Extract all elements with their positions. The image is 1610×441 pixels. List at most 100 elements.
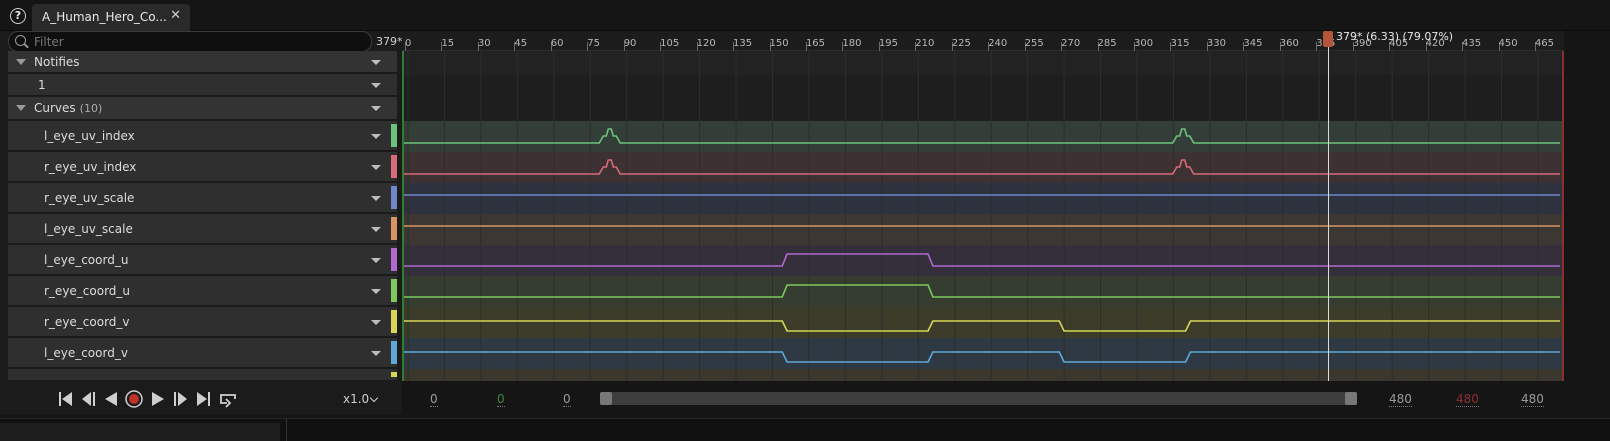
curve-track-row[interactable]: l_eye_uv_scale xyxy=(8,214,397,244)
playback-speed[interactable]: x1.0 xyxy=(343,392,369,406)
playhead-line[interactable] xyxy=(1327,31,1329,381)
chevron-down-icon[interactable] xyxy=(371,59,381,65)
scrollbar-left-handle[interactable] xyxy=(600,392,612,405)
curve-lane[interactable] xyxy=(402,121,1564,152)
curve-lane[interactable] xyxy=(402,307,1564,338)
step-forward-icon[interactable] xyxy=(173,390,189,408)
work-end[interactable]: 480 xyxy=(1456,392,1479,407)
curve-track-row[interactable]: r_eye_uv_scale xyxy=(8,183,397,213)
to-start-icon[interactable] xyxy=(58,390,74,408)
ruler-tick-label: 195 xyxy=(878,38,898,49)
curve-lane[interactable] xyxy=(402,276,1564,307)
curve-lane[interactable] xyxy=(402,245,1564,276)
ruler-tick-label: 105 xyxy=(660,38,680,49)
play-start[interactable]: 0 xyxy=(563,392,571,407)
track-list-panel: 379* Notifies 1 Curves(10) l_eye_uv_inde… xyxy=(0,31,402,388)
curve-color-swatch[interactable] xyxy=(391,217,397,240)
scrollbar-right-handle[interactable] xyxy=(1345,392,1357,405)
ruler-tick-label: 90 xyxy=(623,38,637,49)
curve-track-row[interactable]: l_eye_uv_index xyxy=(8,121,397,151)
tab-title: A_Human_Hero_Co... xyxy=(42,10,167,24)
notify-track-label: 1 xyxy=(38,77,46,92)
chevron-down-icon[interactable] xyxy=(371,257,381,263)
work-start[interactable]: 0 xyxy=(497,392,505,407)
chevron-down-icon[interactable] xyxy=(371,133,381,139)
ruler-tick-label: 30 xyxy=(477,38,491,49)
notify-track-row[interactable]: 1 xyxy=(8,74,397,96)
play-icon[interactable] xyxy=(150,390,166,408)
collapse-triangle-icon[interactable] xyxy=(16,58,26,65)
curve-lane[interactable] xyxy=(402,338,1564,369)
chevron-down-icon[interactable] xyxy=(371,350,381,356)
curve-color-swatch[interactable] xyxy=(391,124,397,147)
ruler-tick-label: 0 xyxy=(405,38,412,49)
filter-input[interactable] xyxy=(34,34,354,50)
filter-box[interactable] xyxy=(8,31,372,52)
curve-track-label: r_eye_uv_scale xyxy=(44,190,135,205)
curve-color-swatch[interactable] xyxy=(391,186,397,209)
curve-track-label: l_eye_coord_v xyxy=(44,345,128,360)
to-end-icon[interactable] xyxy=(195,390,211,408)
chevron-down-icon[interactable] xyxy=(371,82,381,88)
ruler-tick-label: 270 xyxy=(1061,38,1081,49)
ruler-tick-label: 330 xyxy=(1206,38,1226,49)
curve-track-row[interactable]: l_eye_coord_u xyxy=(8,245,397,275)
curve-track-label: l_eye_coord_u xyxy=(44,252,129,267)
chevron-down-icon[interactable] xyxy=(371,164,381,170)
curve-color-swatch[interactable] xyxy=(391,279,397,302)
curve-track-row[interactable]: r_eye_coord_v xyxy=(8,307,397,337)
curve-track-row-partial[interactable] xyxy=(8,369,397,381)
collapse-triangle-icon[interactable] xyxy=(16,105,26,111)
chevron-down-icon[interactable] xyxy=(371,195,381,201)
ruler-tick-label: 300 xyxy=(1134,38,1154,49)
tab-bar: ? A_Human_Hero_Co... ✕ xyxy=(0,0,1610,31)
step-back-icon[interactable] xyxy=(80,390,96,408)
record-icon[interactable] xyxy=(124,390,144,408)
right-gutter xyxy=(1564,31,1610,381)
help-icon[interactable]: ? xyxy=(10,8,26,24)
play-end[interactable]: 480 xyxy=(1521,392,1544,407)
status-tab xyxy=(0,423,280,441)
ruler-tick-label: 15 xyxy=(441,38,455,49)
range-bar: 0 0 0 480 480 480 xyxy=(402,384,1564,414)
view-end[interactable]: 480 xyxy=(1389,392,1412,407)
ruler-tick-label: 45 xyxy=(514,38,528,49)
timeline-scrollbar[interactable] xyxy=(600,392,1357,405)
curve-color-swatch[interactable] xyxy=(391,372,397,377)
curve-color-swatch[interactable] xyxy=(391,310,397,333)
curve-lane[interactable] xyxy=(402,214,1564,245)
search-icon xyxy=(15,35,26,46)
play-reverse-icon[interactable] xyxy=(103,390,119,408)
chevron-down-icon[interactable] xyxy=(371,288,381,294)
ruler-tick-label: 135 xyxy=(733,38,753,49)
chevron-down-icon[interactable] xyxy=(371,319,381,325)
status-bar xyxy=(0,418,1610,441)
curve-color-swatch[interactable] xyxy=(391,248,397,271)
playhead-handle[interactable] xyxy=(1322,31,1333,47)
notifies-track-header[interactable]: Notifies xyxy=(8,51,397,73)
curve-color-swatch[interactable] xyxy=(391,155,397,178)
view-start[interactable]: 0 xyxy=(430,392,438,407)
curve-lane[interactable] xyxy=(402,183,1564,214)
loop-icon[interactable] xyxy=(217,390,239,408)
curve-track-label: l_eye_uv_scale xyxy=(44,221,133,236)
curve-color-swatch[interactable] xyxy=(391,341,397,364)
ruler-tick-label: 240 xyxy=(988,38,1008,49)
curve-track-row[interactable]: l_eye_coord_v xyxy=(8,338,397,368)
chevron-down-icon[interactable] xyxy=(371,226,381,232)
curves-label: Curves (10) xyxy=(34,101,102,115)
timeline-area[interactable]: 0 15 30 45 60 75 90 105 120 135 150 165 180 195 210 225… xyxy=(402,31,1564,381)
curve-track-label: l_eye_uv_index xyxy=(44,128,135,143)
curves-track-header[interactable]: Curves (10) xyxy=(8,97,397,120)
ruler-tick-label: 255 xyxy=(1024,38,1044,49)
curve-track-row[interactable]: r_eye_coord_u xyxy=(8,276,397,306)
close-icon[interactable]: ✕ xyxy=(170,8,181,23)
document-tab[interactable]: A_Human_Hero_Co... ✕ xyxy=(32,4,190,31)
curve-lane[interactable] xyxy=(402,152,1564,183)
chevron-down-icon[interactable] xyxy=(371,106,381,111)
ruler-tick-label: 120 xyxy=(696,38,716,49)
curve-track-row[interactable]: r_eye_uv_index xyxy=(8,152,397,182)
chevron-down-icon[interactable] xyxy=(369,393,379,403)
playhead-label: 379* (6.33) (79.07%) xyxy=(1335,31,1454,43)
divider xyxy=(286,419,287,441)
